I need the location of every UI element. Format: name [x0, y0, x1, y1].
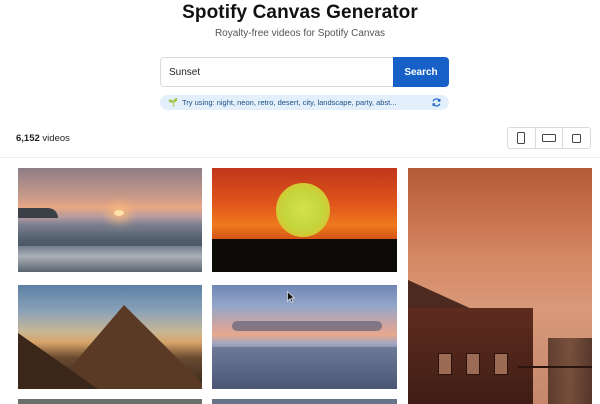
trees	[548, 338, 592, 404]
square-icon	[572, 133, 582, 143]
video-thumbnail[interactable]	[212, 399, 397, 404]
page-title: Spotify Canvas Generator	[182, 2, 418, 23]
landscape-view-button[interactable]	[536, 128, 564, 148]
foreground-hill	[18, 333, 98, 389]
video-thumbnail[interactable]	[18, 285, 202, 389]
search-bar: Search	[160, 57, 449, 87]
cabin-window	[466, 353, 480, 375]
video-thumbnail[interactable]	[18, 399, 202, 404]
video-thumbnail[interactable]	[18, 168, 202, 272]
sun-disc	[276, 183, 330, 237]
square-view-button[interactable]	[563, 128, 590, 148]
search-input[interactable]	[160, 57, 393, 87]
suggestions-bar: 🌱 Try using: night, neon, retro, desert,…	[160, 95, 449, 110]
video-thumbnail[interactable]	[212, 168, 397, 272]
landscape-icon	[542, 134, 556, 142]
suggestions-text: Try using: night, neon, retro, desert, c…	[181, 98, 397, 107]
horizon-band	[212, 239, 397, 272]
porch-rail	[518, 366, 592, 368]
portrait-icon	[517, 132, 526, 144]
view-toggle	[507, 127, 591, 149]
video-thumbnail[interactable]	[212, 285, 397, 389]
sun-glow	[114, 210, 124, 216]
sea	[212, 347, 397, 389]
sprout-icon: 🌱	[168, 98, 178, 107]
divider	[0, 157, 600, 158]
refresh-icon[interactable]	[431, 97, 442, 108]
cloud-band	[232, 321, 382, 331]
search-button[interactable]: Search	[393, 57, 449, 87]
wave-foam	[18, 246, 202, 272]
results-count-label: videos	[42, 133, 70, 144]
headland-shape	[18, 208, 58, 218]
cabin-window	[494, 353, 508, 375]
portrait-view-button[interactable]	[508, 128, 536, 148]
page-subtitle: Royalty-free videos for Spotify Canvas	[214, 28, 386, 39]
mouse-cursor-icon	[287, 291, 295, 303]
results-count: 6,152 videos	[16, 133, 70, 144]
results-count-number: 6,152	[16, 133, 40, 144]
video-thumbnail[interactable]	[408, 168, 592, 404]
cabin-window	[438, 353, 452, 375]
